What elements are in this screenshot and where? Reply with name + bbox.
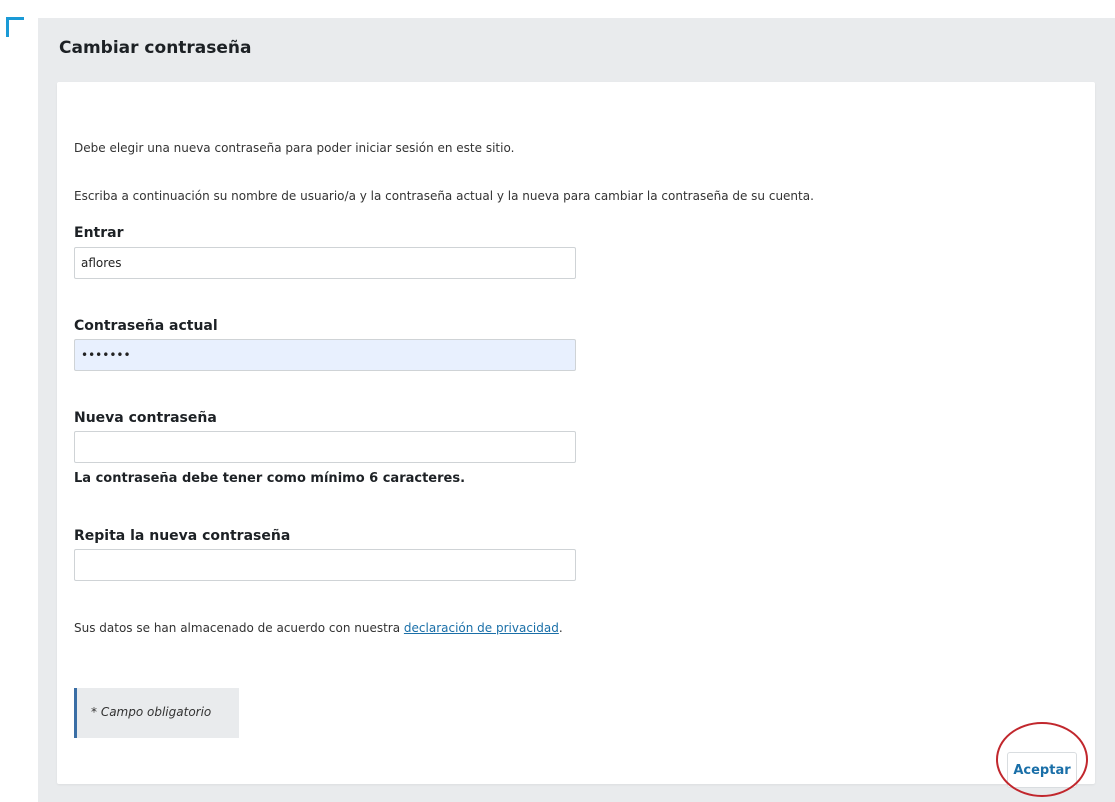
current-password-label: Contraseña actual: [74, 318, 218, 334]
change-password-panel: Cambiar contraseña Debe elegir una nueva…: [38, 18, 1115, 802]
required-field-note: * Campo obligatorio: [74, 688, 239, 738]
repeat-password-label: Repita la nueva contraseña: [74, 528, 291, 544]
username-label: Entrar: [74, 225, 124, 241]
password-length-hint: La contraseña debe tener como mínimo 6 c…: [74, 471, 466, 486]
page-title: Cambiar contraseña: [59, 38, 252, 58]
accept-button[interactable]: Aceptar: [1007, 752, 1077, 788]
intro-text-2: Escriba a continuación su nombre de usua…: [74, 189, 814, 203]
current-password-input[interactable]: [74, 339, 576, 371]
privacy-policy-link[interactable]: declaración de privacidad: [404, 621, 559, 635]
privacy-suffix: .: [558, 621, 563, 635]
corner-accent-mark: [6, 17, 24, 37]
privacy-notice: Sus datos se han almacenado de acuerdo c…: [74, 621, 563, 635]
change-password-form: Debe elegir una nueva contraseña para po…: [57, 82, 1095, 788]
new-password-input[interactable]: [74, 431, 576, 463]
username-input[interactable]: [74, 247, 576, 279]
repeat-password-input[interactable]: [74, 549, 576, 581]
privacy-text: Sus datos se han almacenado de acuerdo c…: [74, 621, 404, 635]
new-password-label: Nueva contraseña: [74, 410, 217, 426]
required-field-text: * Campo obligatorio: [91, 705, 212, 719]
intro-text-1: Debe elegir una nueva contraseña para po…: [74, 141, 515, 155]
